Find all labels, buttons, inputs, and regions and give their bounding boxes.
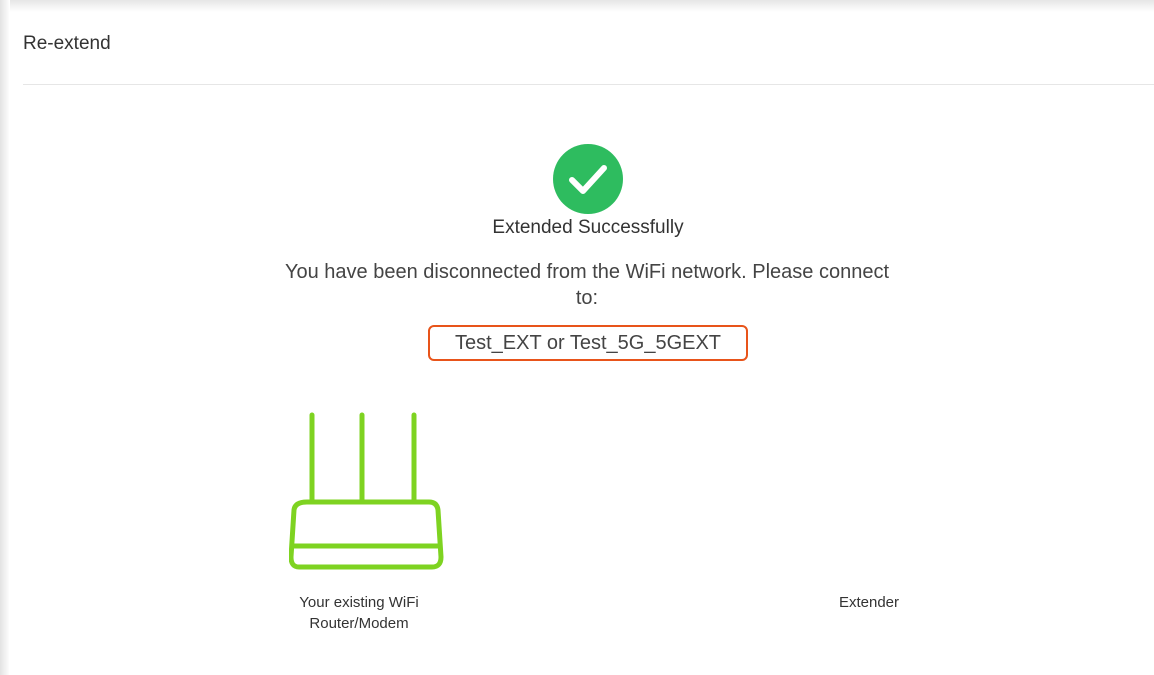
status-title: Extended Successfully [492,217,684,238]
ssid-highlight: Test_EXT or Test_5G_5GEXT [428,325,748,361]
page: Re-extend Extended Successfully You have… [0,0,1154,675]
extender-label: Extender [838,594,900,611]
router-icon [289,412,444,570]
header-divider [23,84,1154,85]
top-shadow [0,0,1154,12]
router-label-line2: Router/Modem [309,615,409,632]
page-title: Re-extend [23,33,111,54]
re-extend-panel: Re-extend Extended Successfully You have… [9,12,1154,675]
status-message: You have been disconnected from the WiFi… [284,261,890,309]
router-label: Your existing WiFi Router/Modem [259,592,459,634]
router-label-line1: Your existing WiFi [299,594,419,611]
check-circle-icon [553,144,623,214]
